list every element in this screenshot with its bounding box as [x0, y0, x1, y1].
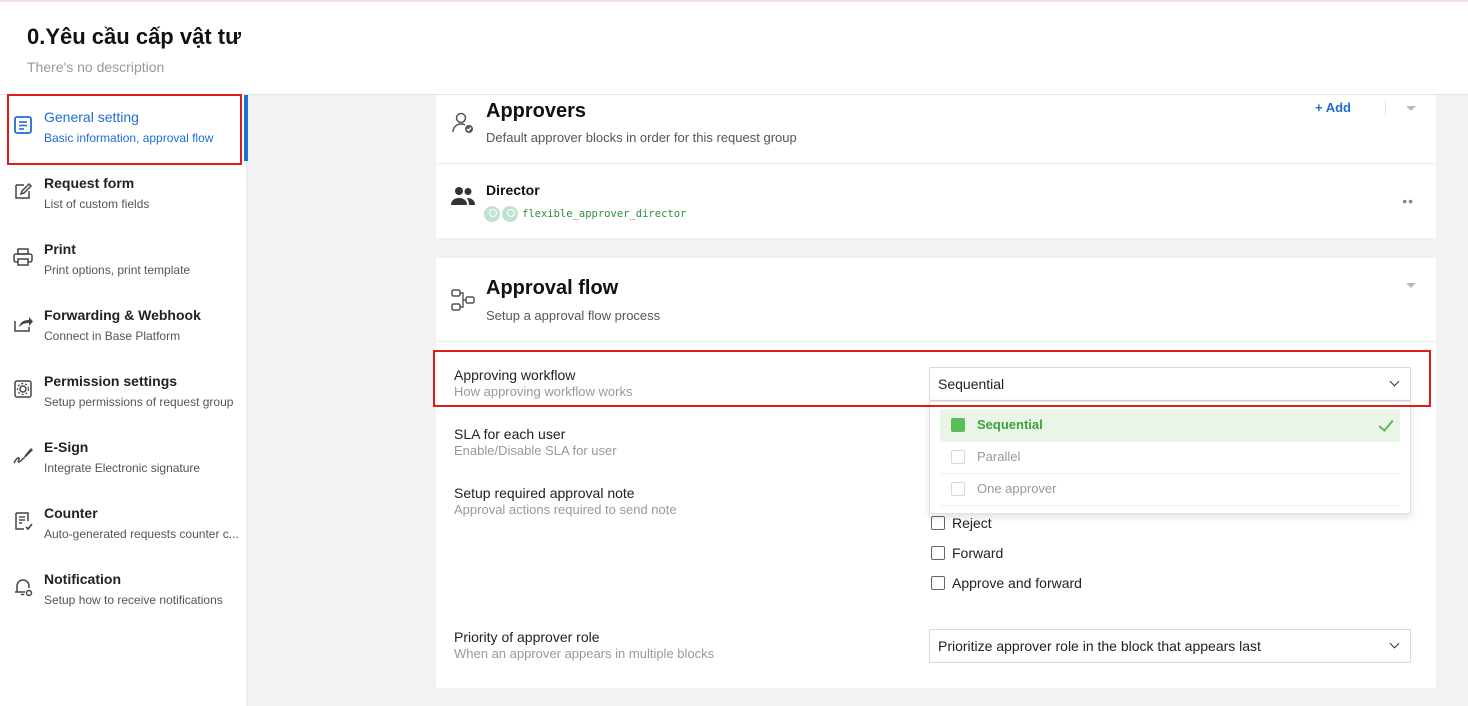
approvers-card: Approvers Default approver blocks in ord… — [436, 95, 1436, 238]
sidebar-item-general-setting[interactable]: General setting Basic information, appro… — [0, 95, 248, 161]
divider — [1385, 101, 1386, 115]
option-checkbox — [951, 482, 965, 496]
approver-code: flexible_approver_director — [522, 208, 687, 220]
signature-icon — [12, 444, 34, 466]
divider — [436, 341, 1436, 342]
approver-block-name: Director — [486, 182, 540, 198]
option-label: Sequential — [977, 417, 1043, 432]
document-icon — [12, 114, 34, 136]
more-options-icon[interactable]: •• — [1402, 193, 1414, 209]
approvers-subtitle: Default approver blocks in order for thi… — [486, 130, 797, 145]
checkbox[interactable] — [931, 576, 945, 590]
counter-icon — [12, 510, 34, 532]
sidebar-item-request-form[interactable]: Request form List of custom fields — [0, 161, 247, 227]
edit-icon — [12, 180, 34, 202]
divider — [940, 505, 1400, 506]
workflow-label: Approving workflow — [454, 367, 576, 383]
priority-select[interactable]: Prioritize approver role in the block th… — [929, 629, 1411, 663]
sla-label: SLA for each user — [454, 426, 566, 442]
sidebar-item-sub: List of custom fields — [44, 197, 150, 211]
sidebar-item-sub: Integrate Electronic signature — [44, 461, 201, 475]
workflow-sub: How approving workflow works — [454, 384, 633, 399]
option-checkbox — [951, 418, 965, 432]
share-icon — [12, 312, 34, 334]
sidebar-item-label: E-Sign — [44, 439, 89, 455]
approvers-title: Approvers — [486, 100, 587, 122]
sidebar-item-sub: Print options, print template — [44, 263, 191, 277]
sidebar-item-forwarding-webhook[interactable]: Forwarding & Webhook Connect in Base Pla… — [0, 293, 247, 359]
approval-note-sub: Approval actions required to send note — [454, 502, 677, 517]
divider — [436, 163, 1436, 164]
flow-icon — [450, 287, 476, 313]
page-title: 0.Yêu cầu cấp vật tư — [27, 24, 242, 49]
chevron-down-icon[interactable] — [1406, 283, 1416, 288]
approval-flow-title: Approval flow — [486, 277, 619, 299]
option-label: Parallel — [977, 449, 1021, 464]
sidebar-item-label: Notification — [44, 571, 121, 587]
sidebar-item-label: Request form — [44, 175, 135, 191]
gear-box-icon — [12, 378, 34, 400]
dropdown-option-parallel[interactable]: Parallel — [940, 441, 1400, 473]
printer-icon — [12, 246, 34, 268]
sidebar-item-counter[interactable]: Counter Auto-generated requests counter … — [0, 491, 247, 557]
checkbox[interactable] — [931, 546, 945, 560]
sidebar-item-sub: Setup how to receive notifications — [44, 593, 223, 607]
avatar — [501, 205, 519, 223]
chevron-down-icon — [1389, 376, 1400, 387]
check-icon — [1378, 416, 1394, 432]
sidebar-item-label: Permission settings — [44, 373, 178, 389]
approval-flow-subtitle: Setup a approval flow process — [486, 308, 661, 323]
sidebar-item-label: Counter — [44, 505, 98, 521]
workflow-select-value: Sequential — [938, 376, 1005, 392]
option-label: One approver — [977, 481, 1057, 496]
workflow-dropdown-menu: Sequential Parallel One approver — [929, 401, 1411, 514]
option-checkbox — [951, 450, 965, 464]
chevron-down-icon — [1389, 638, 1400, 649]
workflow-select[interactable]: Sequential — [929, 367, 1411, 401]
sidebar-item-sub: Setup permissions of request group — [44, 395, 234, 409]
sidebar-item-sub: Connect in Base Platform — [44, 329, 181, 343]
checkbox-label: Forward — [952, 545, 1004, 561]
sidebar-item-sub: Basic information, approval flow — [44, 131, 214, 145]
sidebar-item-permission-settings[interactable]: Permission settings Setup permissions of… — [0, 359, 247, 425]
page-description: There's no description — [27, 59, 165, 75]
sidebar-item-print[interactable]: Print Print options, print template — [0, 227, 247, 293]
sidebar-item-label: Print — [44, 241, 76, 257]
checkbox-label: Reject — [952, 515, 992, 531]
sidebar-item-e-sign[interactable]: E-Sign Integrate Electronic signature — [0, 425, 247, 491]
dropdown-option-sequential[interactable]: Sequential — [940, 409, 1400, 441]
priority-label: Priority of approver role — [454, 629, 600, 645]
people-icon — [450, 185, 476, 207]
checkbox[interactable] — [931, 516, 945, 530]
sidebar-item-label: Forwarding & Webhook — [44, 307, 201, 323]
sidebar: General setting Basic information, appro… — [0, 95, 248, 706]
active-indicator — [244, 95, 248, 161]
add-approver-button[interactable]: + Add — [1315, 100, 1351, 115]
sidebar-item-label: General setting — [44, 109, 139, 125]
bell-gear-icon — [12, 576, 34, 598]
page-header: 0.Yêu cầu cấp vật tư There's no descript… — [0, 0, 1468, 95]
dropdown-option-one-approver[interactable]: One approver — [940, 473, 1400, 505]
avatar — [483, 205, 501, 223]
sidebar-item-notification[interactable]: Notification Setup how to receive notifi… — [0, 557, 247, 623]
user-check-icon — [450, 110, 476, 136]
sidebar-item-sub: Auto-generated requests counter c... — [44, 527, 239, 541]
priority-select-value: Prioritize approver role in the block th… — [938, 638, 1261, 654]
sla-sub: Enable/Disable SLA for user — [454, 443, 617, 458]
checkbox-label: Approve and forward — [952, 575, 1082, 591]
chevron-down-icon[interactable] — [1406, 106, 1416, 111]
priority-sub: When an approver appears in multiple blo… — [454, 646, 715, 661]
approval-note-label: Setup required approval note — [454, 485, 635, 501]
